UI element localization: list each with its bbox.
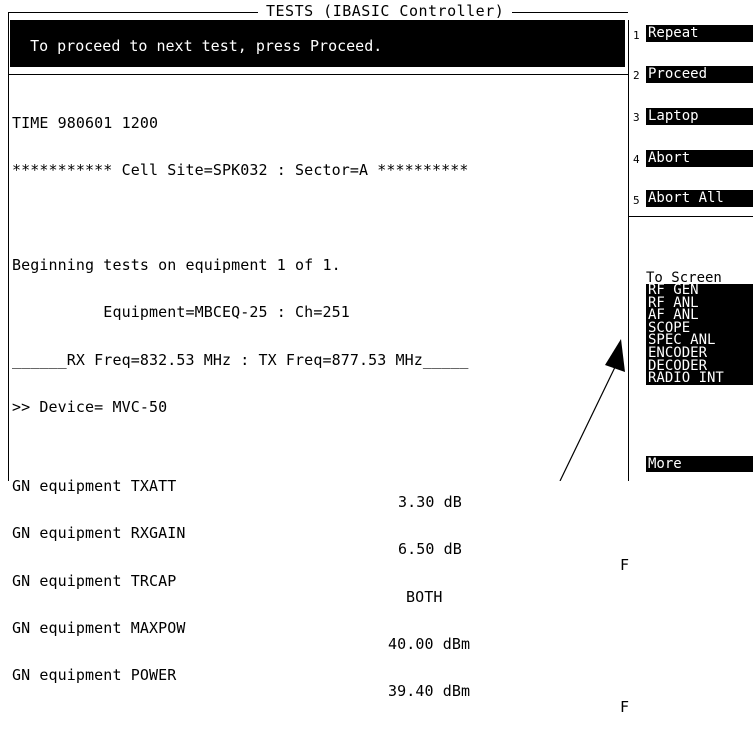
result-value: 6.50 dB xyxy=(398,540,462,559)
result-value: 39.40 dBm xyxy=(388,682,471,701)
result-name: GN equipment MAXPOW xyxy=(12,619,186,638)
result-value: 3.30 dB xyxy=(398,492,462,511)
arrow-head xyxy=(605,339,625,372)
result-row: GN equipment TRCAP BOTH xyxy=(12,558,624,604)
arrow-icon xyxy=(559,339,625,481)
arrow-shaft xyxy=(559,362,618,481)
result-name: GN equipment TXATT xyxy=(12,476,177,495)
result-flag: F xyxy=(620,698,630,717)
result-name: GN equipment TRCAP xyxy=(12,571,177,590)
result-row: GN equipment POWER 39.40 dBm F xyxy=(12,653,629,715)
result-row: GN equipment RXGAIN 6.50 dB F xyxy=(12,511,629,573)
result-row: GN equipment MAXPOW 40.00 dBm xyxy=(12,605,624,651)
result-name: GN equipment RXGAIN xyxy=(12,524,186,543)
result-value: 40.00 dBm xyxy=(388,634,471,653)
result-value: BOTH xyxy=(406,587,443,606)
result-name: GN equipment POWER xyxy=(12,666,177,685)
